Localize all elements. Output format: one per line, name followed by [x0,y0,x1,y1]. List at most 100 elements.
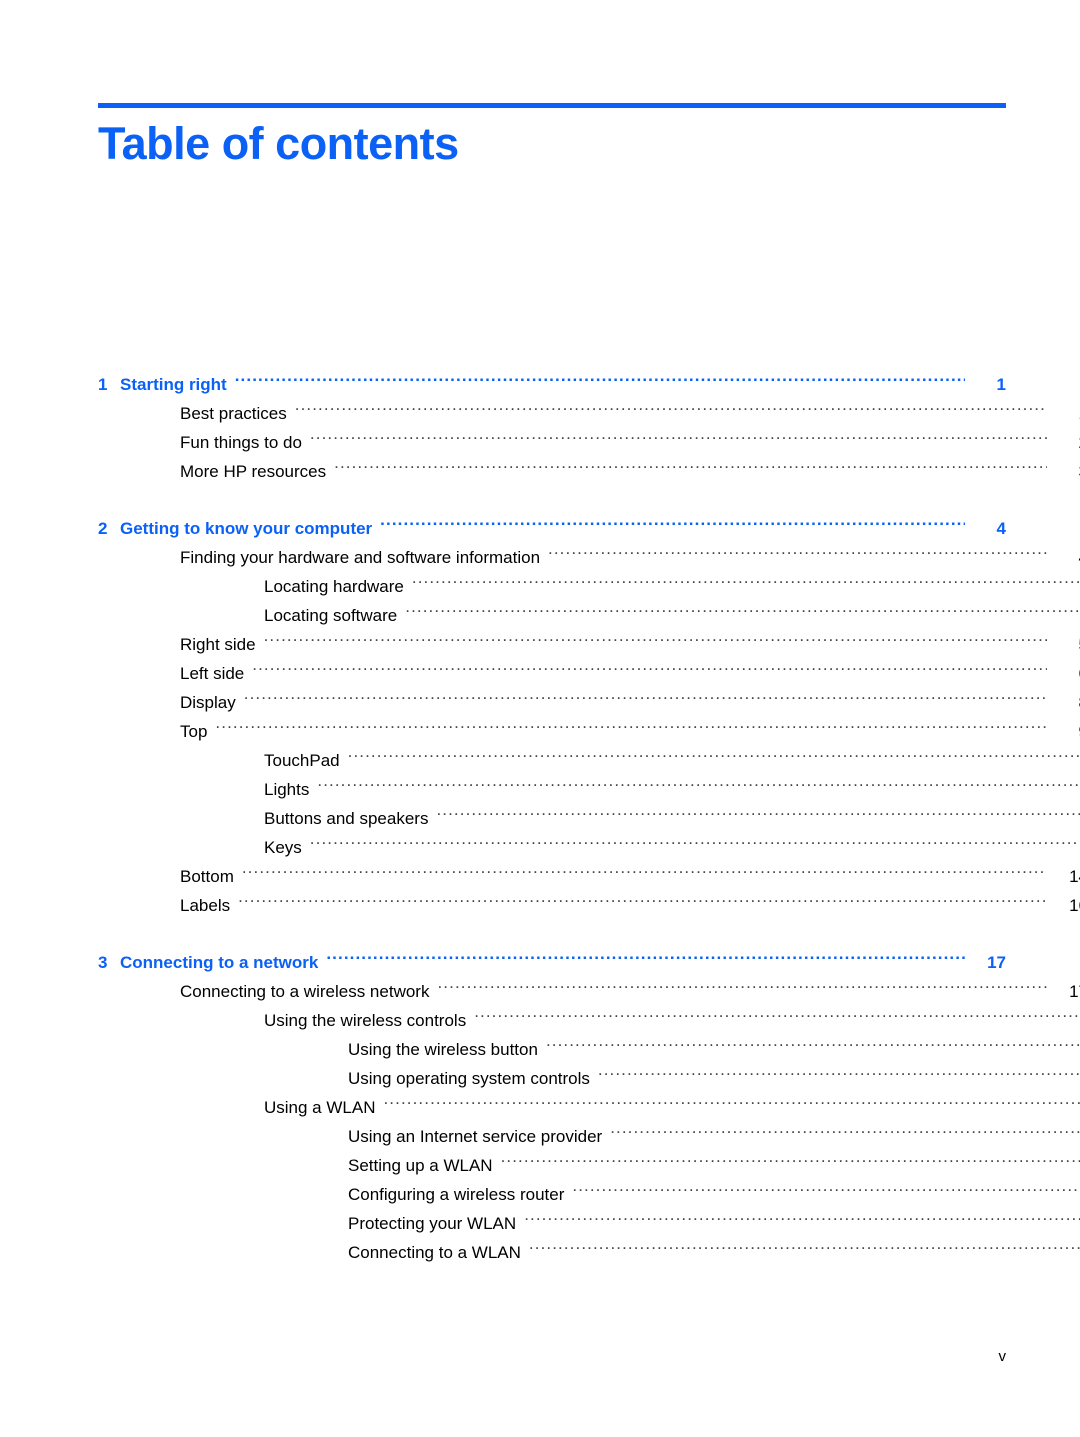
toc-page-number: 4 [996,519,1006,538]
toc-page-number: 17 [1069,982,1080,1001]
toc-entry-label: Using a WLAN [264,1098,376,1117]
toc-entry-row[interactable]: Finding your hardware and software infor… [98,543,1080,572]
toc-entry-label: Locating software [264,606,398,625]
page-header: Table of contents [98,103,1006,170]
toc-page-number: 14 [1069,867,1080,886]
toc-entry-row[interactable]: Configuring a wireless router19 [98,1180,1080,1209]
toc-dot-leader [610,1125,1080,1142]
toc-dot-leader [405,604,1080,621]
toc-entry-row[interactable]: Protecting your WLAN19 [98,1209,1080,1238]
toc-entry-row[interactable]: Setting up a WLAN19 [98,1151,1080,1180]
toc-entry-label: Using an Internet service provider [348,1127,603,1146]
toc-entry-label: Keys [264,838,302,857]
toc-entry-label: Finding your hardware and software infor… [180,548,541,567]
toc-entry-row[interactable]: Bottom 14 [98,862,1080,891]
toc-dot-leader [436,807,1080,824]
toc-entry-row[interactable]: TouchPad9 [98,746,1080,775]
toc-entry-row[interactable]: More HP resources 3 [98,457,1080,486]
toc-entry-label: Configuring a wireless router [348,1185,565,1204]
toc-dot-leader [310,836,1080,853]
table-of-contents: 1Starting right1Best practices1Fun thing… [98,370,1080,1267]
toc-entry-row[interactable]: Connecting to a WLAN20 [98,1238,1080,1267]
toc-entry-row[interactable]: Fun things to do 2 [98,428,1080,457]
toc-entry-label: Left side [180,664,245,683]
toc-dot-leader [529,1241,1080,1258]
toc-entry-label: Protecting your WLAN [348,1214,517,1233]
toc-dot-leader [548,546,1047,563]
toc-page-number: 3 [1050,457,1080,486]
toc-entry-label: Lights [264,780,310,799]
toc-chapter-row[interactable]: 1 Starting right 1 [98,370,1006,399]
toc-entry-row[interactable]: Locating software4 [98,601,1080,630]
toc-entry-label: Top [180,722,208,741]
toc-entry-row[interactable]: Using operating system controls18 [98,1064,1080,1093]
toc-page-number: 2 [1050,428,1080,457]
toc-entry-label: Using operating system controls [348,1069,590,1088]
toc-entry-label: TouchPad [264,751,340,770]
toc-entry-row[interactable]: Buttons and speakers11 [98,804,1080,833]
toc-entry-label: Fun things to do [180,433,302,452]
toc-dot-leader [215,720,1047,737]
toc-dot-leader [412,575,1080,592]
toc-chapter-number: 1 [98,375,108,394]
toc-chapter-number: 3 [98,953,108,972]
toc-entry-row[interactable]: Using an Internet service provider18 [98,1122,1080,1151]
toc-entry-label: Best practices [180,404,287,423]
toc-dot-leader [235,373,965,390]
toc-entry-row[interactable]: Keys13 [98,833,1080,862]
toc-dot-leader [310,431,1047,448]
toc-entry-label: Getting to know your computer [120,519,373,538]
toc-entry-row[interactable]: Right side 5 [98,630,1080,659]
toc-dot-leader [380,517,965,534]
toc-dot-leader [501,1154,1080,1171]
toc-entry-row[interactable]: Labels 16 [98,891,1080,920]
toc-entry-label: Connecting to a wireless network [180,982,430,1001]
toc-entry-label: Buttons and speakers [264,809,429,828]
toc-dot-leader [326,951,965,968]
toc-chapter-row[interactable]: 3 Connecting to a network 17 [98,948,1006,977]
toc-dot-leader [474,1009,1080,1026]
toc-page-number: 1 [996,375,1006,394]
toc-entry-row[interactable]: Left side 6 [98,659,1080,688]
toc-entry-row[interactable]: Locating hardware4 [98,572,1080,601]
toc-dot-leader [572,1183,1080,1200]
toc-entry-label: Connecting to a WLAN [348,1243,521,1262]
toc-entry-label: Right side [180,635,256,654]
toc-dot-leader [252,662,1047,679]
toc-page-number: 5 [1050,630,1080,659]
toc-dot-leader [383,1096,1080,1113]
toc-entry-label: Bottom [180,867,234,886]
toc-entry-label: Setting up a WLAN [348,1156,493,1175]
toc-dot-leader [546,1038,1080,1055]
toc-entry-row[interactable]: Connecting to a wireless network 17 [98,977,1080,1006]
toc-entry-row[interactable]: Using the wireless controls17 [98,1006,1080,1035]
toc-dot-leader [598,1067,1080,1084]
toc-entry-row[interactable]: Display 8 [98,688,1080,717]
toc-entry-row[interactable]: Using the wireless button17 [98,1035,1080,1064]
toc-dot-leader [524,1212,1080,1229]
toc-entry-row[interactable]: Top 9 [98,717,1080,746]
toc-dot-leader [244,691,1047,708]
toc-dot-leader [242,865,1047,882]
toc-entry-label: Labels [180,896,231,915]
toc-page-number: 16 [1069,896,1080,915]
toc-dot-leader [348,749,1080,766]
toc-page-number: 6 [1050,659,1080,688]
toc-entry-row[interactable]: Best practices 1 [98,399,1080,428]
toc-entry-label: Starting right [120,375,227,394]
toc-page-number: 17 [987,953,1006,972]
toc-entry-row[interactable]: Using a WLAN18 [98,1093,1080,1122]
toc-entry-row[interactable]: Lights10 [98,775,1080,804]
toc-dot-leader [264,633,1047,650]
toc-page-number: 8 [1050,688,1080,717]
toc-entry-label: Using the wireless button [348,1040,538,1059]
toc-entry-label: Connecting to a network [120,953,319,972]
toc-entry-label: More HP resources [180,462,327,481]
toc-chapter-row[interactable]: 2 Getting to know your computer 4 [98,514,1006,543]
toc-page-number: 9 [1050,717,1080,746]
toc-dot-leader [295,402,1047,419]
document-page: Table of contents 1 Starting right 1 Best p… [0,0,1080,1437]
toc-entry-label: Locating hardware [264,577,404,596]
toc-entry-label: Display [180,693,236,712]
toc-dot-leader [334,460,1047,477]
